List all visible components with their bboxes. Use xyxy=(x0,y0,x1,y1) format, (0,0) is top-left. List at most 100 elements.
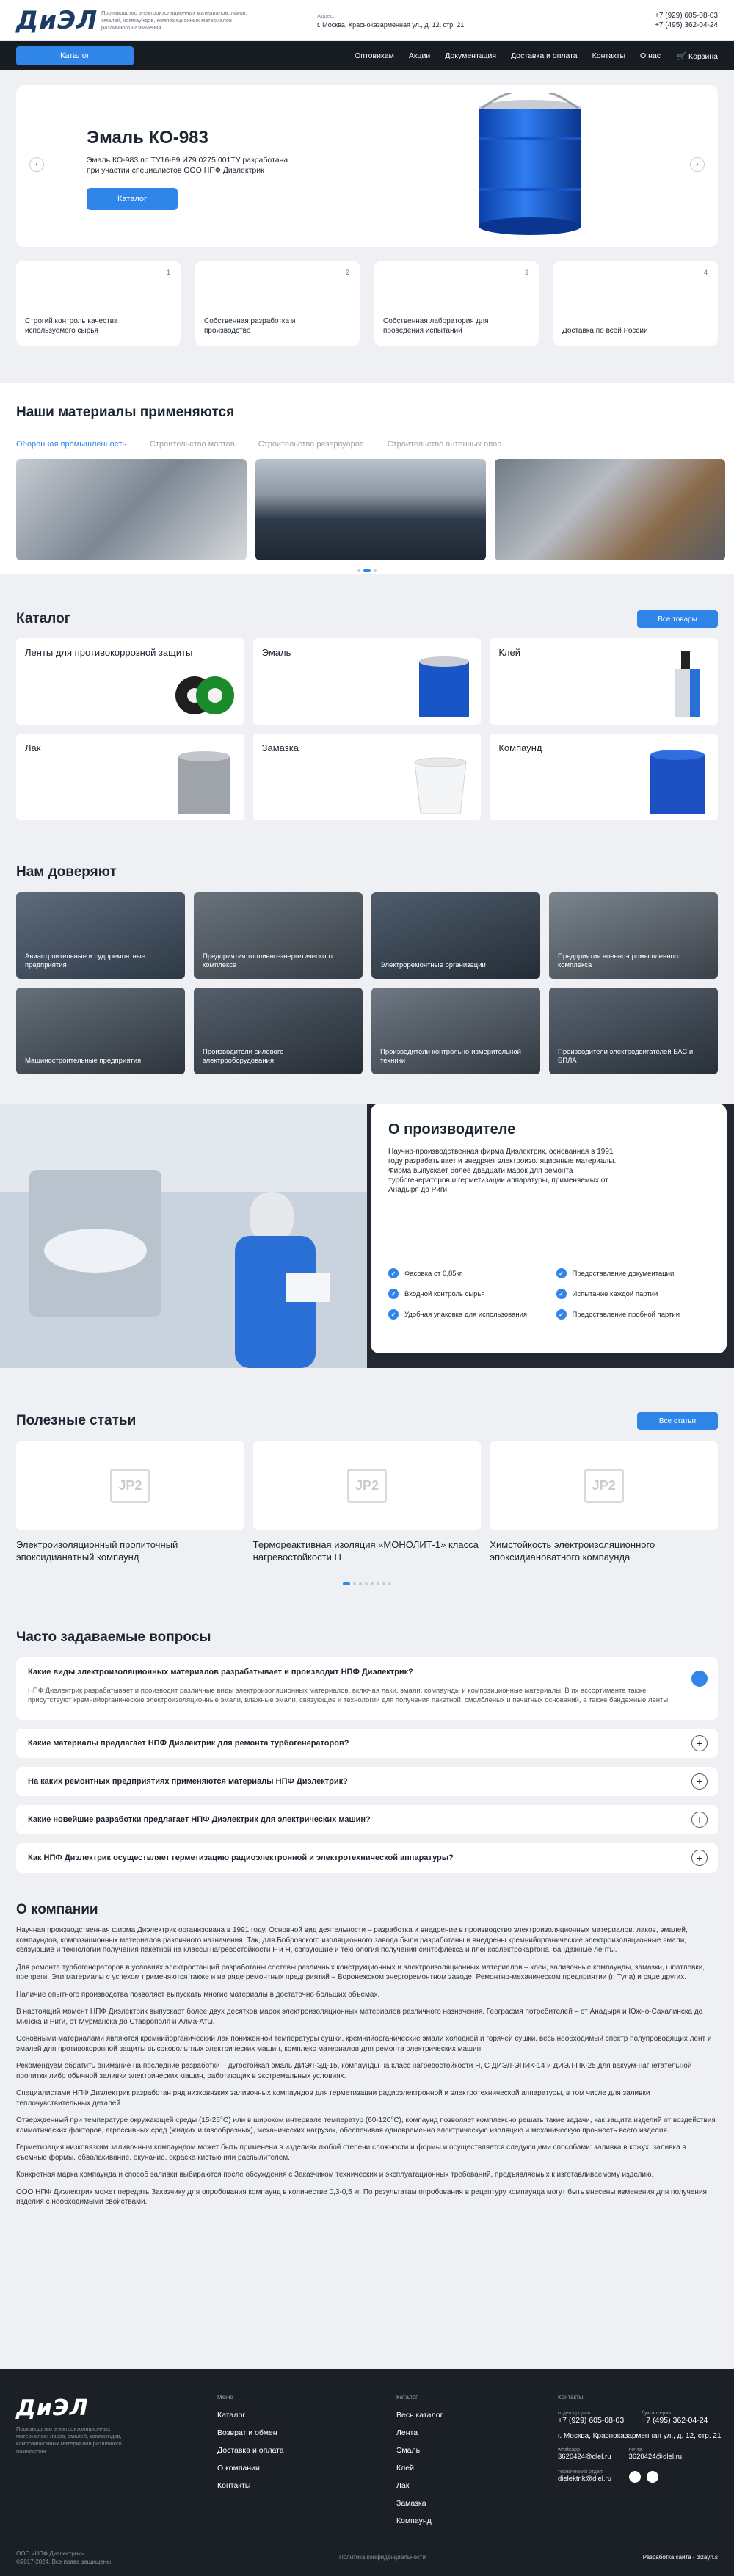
article-card[interactable]: JP2 Электроизоляционный пропиточный эпокс… xyxy=(16,1441,244,1563)
check-label: Предоставление пробной партии xyxy=(572,1310,680,1319)
trust-card[interactable]: Авиастроительные и судоремонтные предпри… xyxy=(16,892,185,979)
feature-text: Собственная разработка и производство xyxy=(204,317,296,335)
whatsapp-contact[interactable]: 3620424@dlel.ru xyxy=(558,2453,611,2461)
trust-card[interactable]: Машиностроительные предприятия xyxy=(16,988,185,1074)
pagination-dot[interactable] xyxy=(365,1582,368,1585)
article-card[interactable]: JP2 Химстойкость электроизоляционного эпо… xyxy=(490,1441,718,1563)
menu-item[interactable]: Документация xyxy=(437,51,504,60)
developer-credit[interactable]: Разработка сайта - dizayn.s xyxy=(643,2554,718,2561)
pagination-dot[interactable] xyxy=(359,1582,362,1585)
mail-contact[interactable]: 3620424@dlel.ru xyxy=(629,2453,683,2461)
all-articles-button[interactable]: Все статьи xyxy=(637,1412,718,1430)
faq-item[interactable]: Как НПФ Диэлектрик осуществляет герметиз… xyxy=(16,1843,718,1873)
faq-item[interactable]: Какие новейшие разработки предлагает НПФ… xyxy=(16,1805,718,1834)
trust-title: Нам доверяют xyxy=(16,864,117,880)
tab-bridges[interactable]: Строительство мостов xyxy=(150,440,235,449)
gallery-photo[interactable] xyxy=(255,459,486,560)
sales-phone[interactable]: +7 (929) 605-08-03 xyxy=(558,2416,624,2425)
footer-menu-link[interactable]: Доставка и оплата xyxy=(217,2446,284,2455)
pagination-dot[interactable] xyxy=(388,1582,391,1585)
faq-question: Какие новейшие разработки предлагает НПФ… xyxy=(28,1815,371,1824)
footer-catalog-link[interactable]: Лак xyxy=(396,2481,443,2490)
footer-menu-link[interactable]: Возврат и обмен xyxy=(217,2428,284,2437)
feature-text: Собственная лаборатория для проведения и… xyxy=(383,317,489,335)
pagination-dot[interactable] xyxy=(371,1582,374,1585)
check-item: ✓ Испытание каждой партии xyxy=(556,1289,710,1299)
pagination-dot[interactable] xyxy=(357,569,360,572)
pagination-dot-active[interactable] xyxy=(343,1582,350,1585)
gallery-pagination xyxy=(16,569,718,572)
article-card[interactable]: JP2 Термореактивная изоляция «МОНОЛИТ-1» … xyxy=(252,1441,482,1563)
footer: ДиЭЛ Производство электроизоляционных ма… xyxy=(0,2369,734,2576)
privacy-link[interactable]: Политика конфиденциальности xyxy=(339,2554,426,2561)
pagination-dot[interactable] xyxy=(374,569,377,572)
accounting-phone[interactable]: +7 (495) 362-04-24 xyxy=(642,2416,708,2425)
main-menu: Оптовикам Акции Документация Доставка и … xyxy=(347,51,668,60)
check-icon: ✓ xyxy=(388,1289,399,1299)
prev-arrow-icon[interactable]: ‹ xyxy=(29,157,44,172)
enamel-bucket-image xyxy=(479,93,581,235)
pagination-dot-active[interactable] xyxy=(363,569,371,572)
pagination-dot[interactable] xyxy=(353,1582,356,1585)
footer-catalog-link[interactable]: Лента xyxy=(396,2428,443,2437)
hero-catalog-button[interactable]: Каталог xyxy=(87,188,178,210)
tab-antennas[interactable]: Строительство антенных опор xyxy=(388,440,502,449)
footer-catalog-link[interactable]: Клей xyxy=(396,2464,443,2472)
trust-card[interactable]: Производители силового электрооборудован… xyxy=(194,988,363,1074)
menu-item[interactable]: Оптовикам xyxy=(347,51,401,60)
footer-catalog-link[interactable]: Компаунд xyxy=(396,2517,443,2525)
telegram-icon[interactable] xyxy=(629,2471,642,2483)
menu-item[interactable]: О нас xyxy=(633,51,668,60)
phone-1[interactable]: +7 (929) 605-08-03 xyxy=(655,11,718,21)
catalog-item-compound[interactable]: Компаунд xyxy=(490,734,718,820)
trust-card[interactable]: Предприятия военно-промышленного комплек… xyxy=(549,892,718,979)
tab-defense[interactable]: Оборонная промышленность xyxy=(16,440,126,449)
materials-tabs: Оборонная промышленность Строительство м… xyxy=(16,440,718,449)
catalog-button[interactable]: Каталог xyxy=(16,46,134,65)
trust-card[interactable]: Электроремонтные организации xyxy=(371,892,540,979)
menu-item[interactable]: Доставка и оплата xyxy=(504,51,585,60)
check-label: Удобная упаковка для использования xyxy=(404,1310,528,1319)
plus-icon[interactable]: + xyxy=(691,1735,708,1751)
footer-menu-link[interactable]: Контакты xyxy=(217,2481,284,2490)
plus-icon[interactable]: + xyxy=(691,1812,708,1828)
footer-catalog-link[interactable]: Замазка xyxy=(396,2499,443,2508)
trust-card[interactable]: Производители контрольно-измерительной т… xyxy=(371,988,540,1074)
tech-mail[interactable]: dielektrik@diel.ru xyxy=(558,2475,611,2483)
pagination-dot[interactable] xyxy=(382,1582,385,1585)
faq-item[interactable]: На каких ремонтных предприятиях применяю… xyxy=(16,1767,718,1796)
logo[interactable]: ДиЭЛ xyxy=(16,6,97,35)
faq-question: Как НПФ Диэлектрик осуществляет герметиз… xyxy=(28,1853,454,1862)
menu-item[interactable]: Акции xyxy=(401,51,437,60)
trust-card[interactable]: Предприятия топливно-энергетического ком… xyxy=(194,892,363,979)
phone-2[interactable]: +7 (495) 362-04-24 xyxy=(655,21,718,30)
gallery-photo[interactable] xyxy=(495,459,725,560)
gallery-photo[interactable] xyxy=(16,459,247,560)
pagination-dot[interactable] xyxy=(377,1582,379,1585)
faq-item[interactable]: Какие материалы предлагает НПФ Диэлектри… xyxy=(16,1729,718,1758)
catalog-item-enamel[interactable]: Эмаль xyxy=(252,638,482,725)
footer-menu-link[interactable]: Каталог xyxy=(217,2411,284,2420)
all-products-button[interactable]: Все товары xyxy=(637,610,718,628)
footer-catalog-link[interactable]: Эмаль xyxy=(396,2446,443,2455)
catalog-item-putty[interactable]: Замазка xyxy=(252,734,482,820)
catalog-item-glue[interactable]: Клей xyxy=(490,638,718,725)
footer-logo[interactable]: ДиЭЛ xyxy=(16,2395,97,2421)
footer-catalog-link[interactable]: Весь каталог xyxy=(396,2411,443,2420)
cart-link[interactable]: 🛒 Корзина xyxy=(677,51,718,61)
next-arrow-icon[interactable]: › xyxy=(690,157,705,172)
company-paragraph: ООО НПФ Диэлектрик может передать Заказч… xyxy=(16,2188,707,2207)
tab-tanks[interactable]: Строительство резервуаров xyxy=(258,440,364,449)
footer-menu-heading: Меню xyxy=(217,2394,233,2400)
faq-item-open[interactable]: Какие виды электроизоляционных материало… xyxy=(16,1657,718,1720)
footer-menu-link[interactable]: О компании xyxy=(217,2464,284,2472)
menu-item[interactable]: Контакты xyxy=(585,51,633,60)
catalog-item-varnish[interactable]: Лак xyxy=(16,734,244,820)
plus-icon[interactable]: + xyxy=(691,1850,708,1866)
trust-card-caption: Предприятия военно-промышленного комплек… xyxy=(558,952,681,969)
trust-card[interactable]: Производители электродвигателей БАС и БП… xyxy=(549,988,718,1074)
minus-icon[interactable]: − xyxy=(691,1671,708,1687)
plus-icon[interactable]: + xyxy=(691,1773,708,1790)
whatsapp-icon[interactable] xyxy=(647,2471,659,2483)
catalog-item-tapes[interactable]: Ленты для противокоррозной защиты xyxy=(16,638,244,725)
